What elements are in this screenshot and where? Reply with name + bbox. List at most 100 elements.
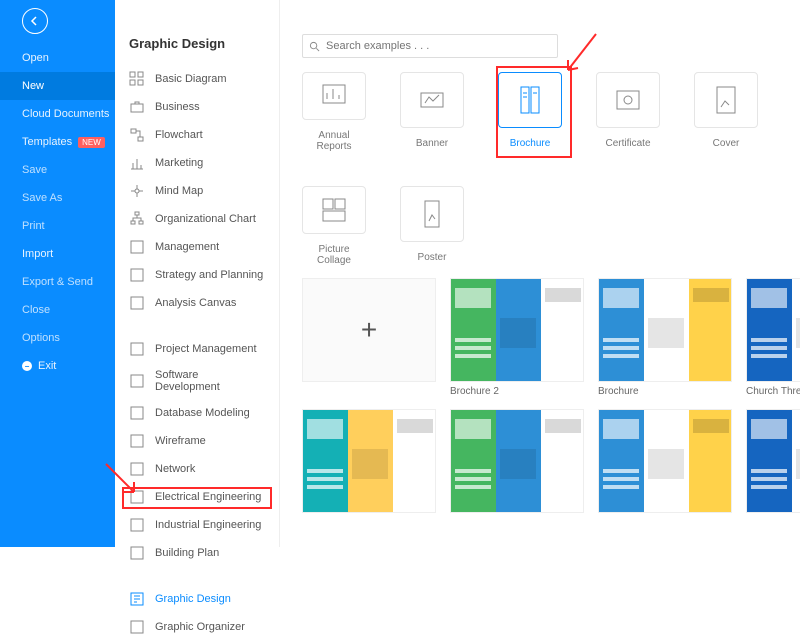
template-thumb — [302, 409, 436, 513]
exit-icon: − — [22, 361, 32, 371]
template-thumb — [746, 409, 800, 513]
category-item[interactable]: Software Development — [115, 363, 279, 399]
category-item[interactable]: Wireframe — [115, 427, 279, 455]
card-icon — [694, 72, 758, 128]
type-card-poster[interactable]: Poster — [400, 186, 464, 266]
category-item[interactable]: Building Plan — [115, 539, 279, 567]
category-item[interactable]: Database Modeling — [115, 399, 279, 427]
category-label: Strategy and Planning — [155, 269, 263, 281]
template-card[interactable] — [450, 409, 584, 513]
plus-icon: + — [361, 314, 377, 346]
category-item[interactable]: Marketing — [115, 149, 279, 177]
card-icon — [302, 186, 366, 234]
chart-icon — [129, 155, 145, 171]
db-icon — [129, 405, 145, 421]
menu-new[interactable]: New — [0, 72, 115, 100]
category-item[interactable]: Project Management — [115, 335, 279, 363]
search-input[interactable] — [326, 40, 551, 52]
category-label: Building Plan — [155, 547, 219, 559]
type-card-annual-reports[interactable]: Annual Reports — [302, 72, 366, 152]
template-label: Brochure — [598, 386, 732, 397]
card-icon — [596, 72, 660, 128]
type-card-banner[interactable]: Banner — [400, 72, 464, 152]
type-cards: Annual Reports Banner Brochure Certificate C… — [302, 72, 800, 266]
category-item[interactable]: Mind Map — [115, 177, 279, 205]
card-label: Banner — [416, 138, 448, 149]
type-card-cover[interactable]: Cover — [694, 72, 758, 152]
category-item[interactable]: Organizational Chart — [115, 205, 279, 233]
design-icon — [129, 591, 145, 607]
type-card-brochure[interactable]: Brochure — [498, 72, 562, 152]
mindmap-icon — [129, 183, 145, 199]
category-label: Database Modeling — [155, 407, 250, 419]
template-label: Brochure 2 — [450, 386, 584, 397]
category-label: Analysis Canvas — [155, 297, 236, 309]
category-label: Organizational Chart — [155, 213, 256, 225]
template-card[interactable] — [746, 409, 800, 513]
category-item[interactable]: Management — [115, 233, 279, 261]
building-icon — [129, 545, 145, 561]
category-label: Electrical Engineering — [155, 491, 261, 503]
search-box[interactable] — [302, 34, 558, 58]
template-card[interactable] — [302, 409, 436, 513]
menu-saveas[interactable]: Save As — [0, 184, 115, 212]
category-item[interactable]: Strategy and Planning — [115, 261, 279, 289]
template-label: Church Three Fold 1 — [746, 386, 800, 397]
search-icon — [309, 41, 320, 52]
category-label: Network — [155, 463, 195, 475]
category-label: Project Management — [155, 343, 257, 355]
templates-grid: + Brochure 2 Brochure Church Three Fold 1 — [302, 278, 800, 547]
flow-icon — [129, 127, 145, 143]
briefcase-icon — [129, 99, 145, 115]
category-label: Graphic Design — [155, 593, 231, 605]
menu-cloud[interactable]: Cloud Documents — [0, 100, 115, 128]
menu-options[interactable]: Options — [0, 324, 115, 352]
code-icon — [129, 373, 145, 389]
category-item[interactable]: Electrical Engineering — [115, 483, 279, 511]
menu-templates-label: Templates — [22, 136, 72, 148]
category-label: Wireframe — [155, 435, 206, 447]
category-item[interactable]: Graphic Design — [115, 585, 279, 613]
category-item[interactable]: Industrial Engineering — [115, 511, 279, 539]
category-label: Graphic Organizer — [155, 621, 245, 633]
menu-close[interactable]: Close — [0, 296, 115, 324]
strategy-icon — [129, 267, 145, 283]
menu-exit-label: Exit — [38, 360, 56, 372]
category-label: Software Development — [155, 369, 265, 393]
new-badge: NEW — [78, 137, 105, 148]
template-thumb — [746, 278, 800, 382]
category-item[interactable]: Business — [115, 93, 279, 121]
main-area: Annual Reports Banner Brochure Certificate C… — [280, 0, 800, 547]
card-label: Poster — [418, 252, 447, 263]
type-card-certificate[interactable]: Certificate — [596, 72, 660, 152]
category-item[interactable]: Analysis Canvas — [115, 289, 279, 317]
card-icon — [302, 72, 366, 120]
template-card[interactable]: Brochure 2 — [450, 278, 584, 397]
template-card[interactable]: + — [302, 278, 436, 397]
category-label: Basic Diagram — [155, 73, 227, 85]
menu-save[interactable]: Save — [0, 156, 115, 184]
menu-import[interactable]: Import — [0, 240, 115, 268]
card-label: Certificate — [605, 138, 650, 149]
template-card[interactable]: Church Three Fold 1 — [746, 278, 800, 397]
template-card[interactable] — [598, 409, 732, 513]
template-card[interactable]: Brochure — [598, 278, 732, 397]
template-thumb — [450, 278, 584, 382]
category-label: Business — [155, 101, 200, 113]
category-item[interactable]: Network — [115, 455, 279, 483]
menu-print[interactable]: Print — [0, 212, 115, 240]
organizer-icon — [129, 619, 145, 635]
category-item[interactable]: Graphic Organizer — [115, 613, 279, 641]
back-button[interactable] — [22, 8, 48, 34]
category-item[interactable]: Basic Diagram — [115, 65, 279, 93]
card-icon — [400, 72, 464, 128]
project-icon — [129, 341, 145, 357]
type-card-picture-collage[interactable]: Picture Collage — [302, 186, 366, 266]
menu-exit[interactable]: − Exit — [0, 352, 115, 380]
menu-export[interactable]: Export & Send — [0, 268, 115, 296]
category-item[interactable]: Flowchart — [115, 121, 279, 149]
template-thumb — [598, 278, 732, 382]
menu-open[interactable]: Open — [0, 44, 115, 72]
mgmt-icon — [129, 239, 145, 255]
menu-templates[interactable]: Templates NEW — [0, 128, 115, 156]
